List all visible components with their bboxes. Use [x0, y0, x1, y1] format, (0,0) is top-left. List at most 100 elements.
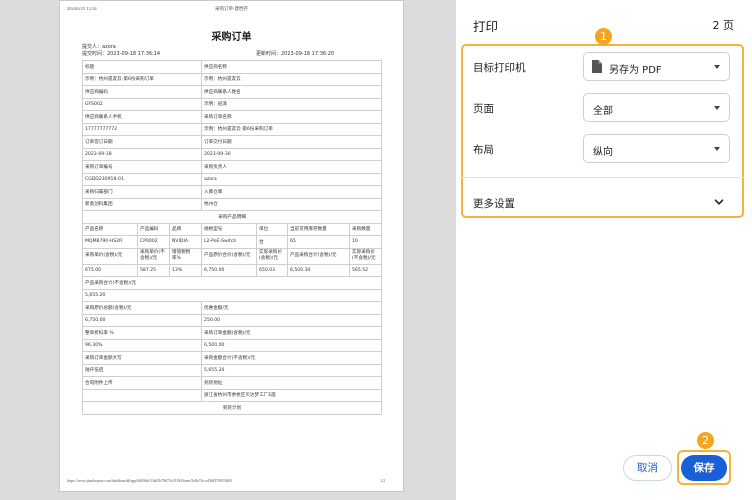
submit-time: 提交时间：2023-09-18 17:36:14 — [82, 51, 161, 57]
table-cell: 5,655.20 — [81, 288, 383, 302]
cancel-button[interactable]: 取消 — [623, 455, 672, 481]
column-header: 品牌 — [169, 222, 202, 236]
table-row: 675.00 587.25 13% 6,750.00 650.03 6,500.30 565… — [82, 263, 383, 277]
table-row: 采购原价总额(含税)/元 优惠金额/元 — [82, 301, 383, 315]
printer-select[interactable]: 另存为 PDF — [583, 52, 730, 81]
table-cell: 6,500.30 — [287, 263, 350, 277]
column-header: 采购单价(含税)/元 — [82, 247, 138, 265]
caret-down-icon — [714, 106, 720, 110]
update-time: 更新时间：2023-09-18 17:36:20 — [256, 51, 335, 57]
table-row: GYS002 示例：纪泽 — [82, 97, 383, 111]
header-title: 采购订单-建档存 — [215, 6, 248, 11]
table-cell: CGDD230918-01 — [82, 172, 202, 186]
table-cell: 65 — [287, 235, 350, 249]
table-cell: 台 — [256, 235, 288, 249]
table-cell — [82, 388, 202, 402]
table-cell: 订单交付日期 — [200, 135, 383, 149]
page-header: 2024/6/23 12:34 采购订单-建档存 — [67, 6, 396, 14]
table-row: 新奥创科集团 杭州仓 — [82, 197, 383, 211]
table-row: 6,750.00 250.00 — [82, 313, 383, 327]
column-header: 增值税税率% — [169, 247, 202, 265]
table-cell: 示例：杭州遗友云-第6份采购订单 — [200, 122, 383, 136]
table-cell: 6,750.00 — [82, 313, 202, 327]
table-row: 产品采购合计(不含税)/元 — [81, 276, 383, 290]
table-cell: 6,500.00 — [200, 338, 383, 352]
layout-select[interactable]: 纵向 — [583, 134, 730, 163]
table-row: 采购订单编号 采购负责人 — [82, 160, 383, 174]
column-header: 规格型号 — [201, 222, 257, 236]
table-row: 订单签订日期 订单交付日期 — [82, 135, 383, 149]
caret-down-icon — [714, 65, 720, 69]
table-row: 浙江省杭州市余杭区贝达梦工厂E座 — [82, 388, 383, 402]
table-row: 2023-09-18 2023-09-30 — [82, 147, 383, 161]
page-count: 2 页 — [712, 19, 735, 32]
table-cell: 2023-09-30 — [200, 147, 383, 161]
table-row: CGDD230918-01 azora — [82, 172, 383, 186]
table-cell: 10 — [348, 235, 383, 249]
table-cell: 565.52 — [348, 263, 383, 277]
table-cell: 采购金额合计(不含税)/元 — [200, 351, 383, 365]
footer-url: https://www.jiandaoyun.com/dashboard#/ap… — [67, 479, 232, 483]
column-header: 采购数量 — [348, 222, 383, 236]
table-cell: 2023-09-18 — [82, 147, 202, 161]
table-cell: 采购订单名称 — [200, 110, 383, 124]
panel-title: 打印 — [473, 19, 499, 34]
save-button[interactable]: 保存 — [681, 455, 727, 481]
column-header: 产品采购合计(含税)/元 — [287, 247, 350, 265]
table-cell: 17777777772 — [82, 122, 202, 136]
table-cell: 供应商联系人手机 — [82, 110, 202, 124]
table-cell: 整单折扣率 % — [82, 326, 202, 340]
table-cell: 合同附件上传 — [82, 376, 202, 390]
section-header: 采购产品明细 — [81, 210, 383, 224]
table-row: 17777777772 示例：杭州遗友云-第6份采购订单 — [82, 122, 383, 136]
print-settings-panel: 打印 2 页 1 目标打印机 另存为 PDF 页面 全部 布局 纵向 更多设置 … — [456, 0, 752, 500]
table-row: 采购订单金额大写 采购金额合计(不含税)/元 — [82, 351, 383, 365]
table-row: 采购归属部门 入库仓库 — [82, 185, 383, 199]
layout-label: 布局 — [473, 144, 494, 156]
table-cell: 订单签订日期 — [82, 135, 202, 149]
pages-label: 页面 — [473, 103, 494, 115]
table-row: 到货计划 — [81, 401, 383, 415]
column-header: 单位 — [256, 222, 288, 236]
preview-page: 2024/6/23 12:34 采购订单-建档存 采购订单 提交人：azora … — [59, 0, 404, 492]
table-cell: 采购归属部门 — [82, 185, 202, 199]
document-icon — [592, 60, 602, 73]
table-row: 采购产品明细 — [81, 210, 383, 224]
table-cell: MQM8790-HS2R — [82, 235, 138, 249]
table-cell: 96.30% — [82, 338, 202, 352]
table-cell: 陆仟伍佰 — [82, 363, 202, 377]
chevron-down-icon[interactable] — [713, 196, 725, 208]
table-row: 供应商联系人手机 采购订单名称 — [82, 110, 383, 124]
step-badge-2: 2 — [697, 432, 714, 449]
more-settings-toggle[interactable]: 更多设置 — [473, 196, 515, 211]
table-cell: 650.03 — [256, 263, 288, 277]
table-cell: 标题 — [82, 60, 202, 74]
submitter: 提交人：azora — [82, 44, 116, 50]
table-row: 5,655.20 — [81, 288, 383, 302]
table-row: 陆仟伍佰 5,655.20 — [82, 363, 383, 377]
table-cell: azora — [200, 172, 383, 186]
table-cell: 5,655.20 — [200, 363, 383, 377]
table-cell: 新奥创科集团 — [82, 197, 202, 211]
table-row: 供应商编码 供应商联系人姓名 — [82, 85, 383, 99]
page-footer: https://www.jiandaoyun.com/dashboard#/ap… — [67, 479, 385, 486]
table-cell: 采购订单金额大写 — [82, 351, 202, 365]
table-cell: 采购负责人 — [200, 160, 383, 174]
divider — [461, 177, 744, 178]
column-header: 采购单价(不含税)/元 — [137, 247, 170, 265]
table-row: 整单折扣率 % 采购订单金额(含税)/元 — [82, 326, 383, 340]
step-badge-1: 1 — [595, 28, 612, 45]
table-cell: 供应商联系人姓名 — [200, 85, 383, 99]
table-cell: 675.00 — [82, 263, 138, 277]
table-row: 示例：杭州遗友云-第6份采购订单 示例：杭州遗友云 — [82, 72, 383, 86]
pages-select[interactable]: 全部 — [583, 93, 730, 122]
table-row: 采购单价(含税)/元 采购单价(不含税)/元 增值税税率% 产品原价合价(含税)/元 实… — [82, 247, 383, 265]
column-header: 产品原价合价(含税)/元 — [201, 247, 257, 265]
column-header: 产品名称 — [82, 222, 138, 236]
column-header: 产品编码 — [137, 222, 170, 236]
column-header: 实际采购价(不含税)/元 — [348, 247, 383, 265]
caret-down-icon — [714, 147, 720, 151]
table-cell: 供应商名称 — [200, 60, 383, 74]
footer-page-number: 1/2 — [380, 479, 385, 483]
order-table: 标题 供应商名称 示例：杭州遗友云-第6份采购订单 示例：杭州遗友云 供应商编码 供应商联… — [81, 60, 383, 415]
